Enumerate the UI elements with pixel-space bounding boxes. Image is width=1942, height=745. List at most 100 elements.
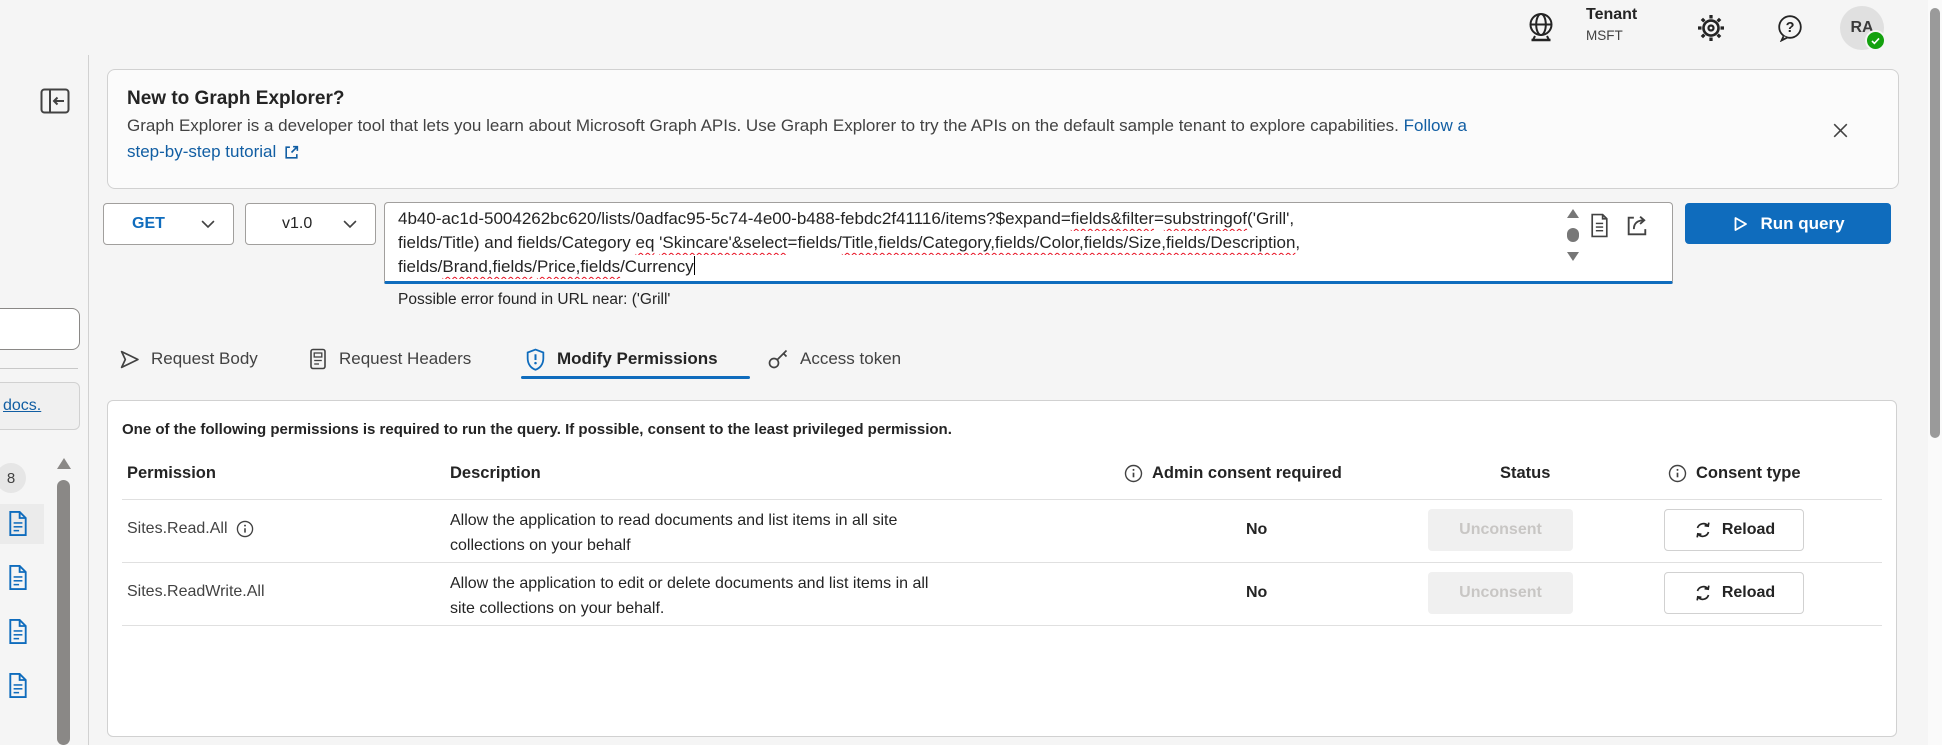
sidebar-sample-query-icon[interactable] [7,672,29,699]
sidebar-search-input[interactable] [0,308,80,350]
reload-button[interactable]: Reload [1664,572,1804,614]
permission-name-text: Sites.ReadWrite.All [127,583,265,600]
description-line: collections on your behalf [450,537,631,554]
permission-description: Allow the application to edit or delete … [450,571,928,621]
docs-link[interactable]: docs. [3,397,41,415]
query-url-line: fields/Title) and fields/Category eq 'Sk… [398,233,1301,252]
window-scrollbar-thumb[interactable] [1930,8,1940,438]
settings-button[interactable] [1696,13,1726,43]
collapse-sidebar-button[interactable] [40,88,70,114]
tab-access-token[interactable]: Access token [767,344,901,374]
table-divider [122,625,1882,626]
unconsent-button[interactable]: Unconsent [1428,509,1573,551]
graph-explorer-app: Tenant MSFT ? RA docs. 8 New to Graph Ex… [0,0,1942,745]
active-tab-underline [521,376,750,379]
sidebar-docs-card: docs. [0,382,80,430]
url-scrollbar-thumb[interactable] [1567,228,1579,242]
url-error-message: Possible error found in URL near: ('Gril… [398,291,671,308]
sync-icon [1693,520,1713,540]
document-icon [308,348,328,370]
description-line: Allow the application to edit or delete … [450,575,929,592]
tutorial-link-part2[interactable]: step-by-step tutorial [127,142,276,162]
permission-name: Sites.Read.All [127,520,254,538]
permissions-intro: One of the following permissions is requ… [122,421,952,438]
url-scroll-up-arrow[interactable] [1567,209,1579,218]
header-label: Consent type [1696,464,1801,482]
column-header-permission: Permission [127,464,216,482]
shield-icon [525,348,546,371]
run-query-button[interactable]: Run query [1685,203,1891,244]
external-link-icon [283,144,300,161]
top-bar [0,0,1942,55]
column-header-consent-type: Consent type [1668,464,1801,483]
tab-label: Request Body [151,349,258,368]
text-cursor [693,256,696,275]
description-line: site collections on your behalf. [450,600,665,617]
admin-consent-value: No [1246,584,1268,601]
permission-name-text: Sites.Read.All [127,520,228,537]
sidebar-scroll-up-arrow[interactable] [57,458,71,469]
play-icon [1731,215,1749,233]
http-method-dropdown[interactable]: GET [103,203,234,245]
table-divider [122,499,1882,500]
column-header-description: Description [450,464,541,482]
permissions-panel [107,400,1897,737]
column-header-admin-consent: Admin consent required [1124,464,1342,483]
tab-request-headers[interactable]: Request Headers [308,344,471,374]
tutorial-link-part1[interactable]: Follow a [1404,116,1467,135]
query-url-text: 4b40-ac1d-5004262bc620/lists/0adfac95-5c… [398,207,1558,279]
send-icon [119,349,140,370]
run-query-label: Run query [1760,213,1845,233]
tab-label: Modify Permissions [557,349,718,368]
chevron-down-icon [343,220,357,229]
api-version-dropdown[interactable]: v1.0 [245,203,376,245]
banner-close-button[interactable] [1830,120,1851,141]
sidebar-sample-query-icon[interactable] [7,510,29,537]
banner-description-text: Graph Explorer is a developer tool that … [127,116,1399,135]
tab-modify-permissions[interactable]: Modify Permissions [525,344,718,374]
info-icon[interactable] [1124,464,1143,483]
query-url-line: fields/Brand,fields/Price,fields/Currenc… [398,256,696,276]
info-icon[interactable] [1668,464,1687,483]
api-version-value: v1.0 [282,215,313,232]
description-line: Allow the application to read documents … [450,512,898,529]
avatar[interactable]: RA [1840,6,1886,51]
sync-icon [1693,583,1713,603]
sidebar-sample-query-icon[interactable] [7,618,29,645]
tutorial-link-line: step-by-step tutorial [127,142,300,162]
banner-description: Graph Explorer is a developer tool that … [127,116,1467,136]
reload-label: Reload [1721,521,1776,538]
tenant-name: MSFT [1586,28,1623,43]
column-header-status: Status [1500,464,1551,482]
header-label: Admin consent required [1152,464,1342,482]
help-button[interactable]: ? [1776,14,1804,42]
share-query-button[interactable] [1624,212,1651,239]
badge-count: 8 [6,469,16,487]
tab-label: Access token [800,349,902,368]
admin-consent-value: No [1246,521,1268,538]
sidebar-divider-line [0,368,78,369]
query-url-line: 4b40-ac1d-5004262bc620/lists/0adfac95-5c… [398,209,1295,228]
results-count-badge: 8 [0,463,26,493]
permission-description: Allow the application to read documents … [450,508,897,558]
svg-text:?: ? [1786,20,1795,36]
unconsent-button[interactable]: Unconsent [1428,572,1573,614]
permission-name: Sites.ReadWrite.All [127,583,265,601]
signed-in-check-icon [1865,30,1886,51]
reload-label: Reload [1721,584,1776,601]
sidebar-divider [88,55,89,745]
tab-request-body[interactable]: Request Body [119,344,258,374]
sidebar-scrollbar-thumb[interactable] [57,480,70,745]
tenant-globe-icon [1523,10,1559,46]
url-scroll-down-arrow[interactable] [1567,252,1579,261]
tab-label: Request Headers [339,349,472,368]
copy-url-button[interactable] [1589,213,1610,238]
banner-title: New to Graph Explorer? [127,88,345,109]
sidebar-sample-query-icon[interactable] [7,564,29,591]
reload-button[interactable]: Reload [1664,509,1804,551]
tenant-label: Tenant [1586,6,1638,23]
chevron-down-icon [201,220,215,229]
table-divider [122,562,1882,563]
info-icon[interactable] [236,520,254,538]
http-method-value: GET [132,215,165,232]
